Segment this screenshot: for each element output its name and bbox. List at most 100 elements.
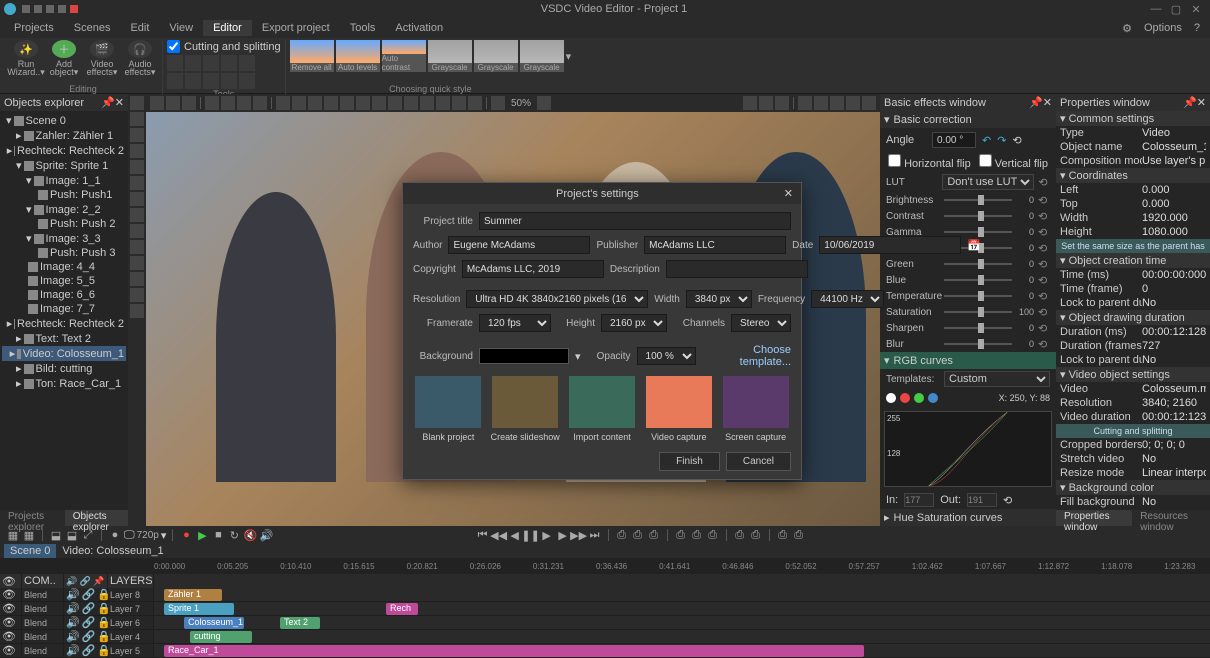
objects-tree[interactable]: ▾Scene 0▸Zahler: Zähler 1▸Rechteck: Rech… <box>0 111 128 510</box>
pb-icon[interactable]: ⎙ <box>733 528 747 542</box>
pb-loop-icon[interactable]: ↻ <box>227 528 241 542</box>
finish-button[interactable]: Finish <box>659 452 720 471</box>
frequency-select[interactable]: 44100 Hz <box>811 290 884 308</box>
pb-icon[interactable]: ⎙ <box>706 528 720 542</box>
pin-icon[interactable]: 📌 <box>101 96 115 109</box>
project-template-tile[interactable]: Blank project <box>413 376 484 442</box>
prop-row[interactable]: VideoColosseum.mp4; l… <box>1056 382 1210 396</box>
width-select[interactable]: 3840 px <box>686 290 752 308</box>
project-template-tile[interactable]: Video capture <box>643 376 714 442</box>
slider-track[interactable] <box>944 263 1012 265</box>
tree-item[interactable]: ▾Sprite: Sprite 1 <box>2 158 126 173</box>
resolution-select[interactable]: Ultra HD 4K 3840x2160 pixels (16 <box>466 290 648 308</box>
record-dot-icon[interactable] <box>70 5 78 13</box>
menu-editor[interactable]: Editor <box>203 20 252 36</box>
reset-icon[interactable]: ⟲ <box>1038 210 1050 222</box>
project-template-tile[interactable]: Import content <box>567 376 638 442</box>
recent-dot[interactable] <box>34 5 42 13</box>
tb-icon[interactable] <box>324 96 338 110</box>
tb-icon[interactable] <box>798 96 812 110</box>
curve-white-icon[interactable] <box>886 393 896 403</box>
pin-icon[interactable]: 📌 <box>1183 96 1197 109</box>
qs-more-button[interactable]: ▾ <box>566 50 572 63</box>
height-select[interactable]: 2160 px <box>601 314 667 332</box>
tree-item[interactable]: ▸Text: Text 2 <box>2 331 126 346</box>
qs-grayscale[interactable]: Grayscale <box>520 40 564 72</box>
animation-tool-icon[interactable] <box>130 224 144 238</box>
tb-icon[interactable] <box>468 96 482 110</box>
timeline-layer-row[interactable]: 👁 Blend 🔊🔗🔒 Layer 6 Colosseum_1Text 2 <box>0 616 1210 630</box>
hflip-check[interactable]: Horizontal flip <box>888 154 971 170</box>
pb-icon[interactable]: ⎙ <box>631 528 645 542</box>
angle-input[interactable] <box>932 132 976 148</box>
tree-item[interactable]: ▸Video: Colosseum_1 <box>2 346 126 361</box>
prop-row[interactable]: Video duration00:00:12:123 <box>1056 410 1210 424</box>
close-button[interactable]: ✕ <box>1186 1 1206 17</box>
prop-section-head[interactable]: ▾ Object drawing duration <box>1056 310 1210 325</box>
tb-zoom-out-icon[interactable] <box>491 96 505 110</box>
tree-item[interactable]: ▾Image: 2_2 <box>2 202 126 217</box>
prop-row[interactable]: Top0.000 <box>1056 197 1210 211</box>
pointer-tool-icon[interactable] <box>130 96 144 110</box>
tree-item[interactable]: Image: 7_7 <box>2 302 126 316</box>
tb-icon[interactable] <box>237 96 251 110</box>
tb-icon[interactable] <box>420 96 434 110</box>
prop-row[interactable]: Cropped borders0; 0; 0; 0 <box>1056 438 1210 452</box>
slider-track[interactable] <box>944 215 1012 217</box>
timeline-clip[interactable]: Text 2 <box>280 617 320 629</box>
maximize-button[interactable]: ▢ <box>1166 1 1186 17</box>
pb-icon[interactable]: ⎙ <box>749 528 763 542</box>
pb-vol-icon[interactable]: 🔊 <box>259 528 273 542</box>
gear-icon[interactable]: ⚙ <box>1116 20 1138 37</box>
vol-icon[interactable]: 🔊 <box>66 644 80 657</box>
menu-edit[interactable]: Edit <box>120 20 159 36</box>
tool-icon[interactable] <box>221 73 237 89</box>
tb-undo-icon[interactable] <box>205 96 219 110</box>
prop-row[interactable]: Resolution3840; 2160 <box>1056 396 1210 410</box>
rotate-cw-icon[interactable]: ↷ <box>997 134 1006 147</box>
menu-scenes[interactable]: Scenes <box>64 20 121 36</box>
tb-icon[interactable] <box>759 96 773 110</box>
lut-select[interactable]: Don't use LUT <box>942 174 1034 190</box>
tb-icon[interactable] <box>404 96 418 110</box>
tb-icon[interactable] <box>253 96 267 110</box>
timeline-layer-row[interactable]: 👁 Blend 🔊🔗🔒 Layer 4 cutting <box>0 630 1210 644</box>
audio-effects-button[interactable]: 🎧Audio effects▾ <box>122 40 158 76</box>
templates-select[interactable]: Custom <box>944 371 1050 387</box>
move-tool-icon[interactable] <box>130 304 144 318</box>
add-object-button[interactable]: ＋Add object▾ <box>46 40 82 76</box>
pb-nextf-icon[interactable]: ▶ <box>556 528 570 542</box>
prop-row[interactable]: Height1080.000 <box>1056 225 1210 239</box>
timeline-layer-row[interactable]: 👁 Blend 🔊🔗🔒 Layer 5 Race_Car_1 <box>0 644 1210 658</box>
eye-icon[interactable]: 👁 <box>2 630 16 643</box>
tree-item[interactable]: ▸Zahler: Zähler 1 <box>2 128 126 143</box>
tree-item[interactable]: Push: Push 3 <box>2 246 126 260</box>
tool-icon[interactable] <box>203 55 219 71</box>
menu-view[interactable]: View <box>159 20 203 36</box>
menu-projects[interactable]: Projects <box>4 20 64 36</box>
tree-item[interactable]: ▸Rechteck: Rechteck 2 <box>2 316 126 331</box>
tool-icon[interactable] <box>185 55 201 71</box>
link-icon[interactable]: 🔗 <box>82 616 96 629</box>
sprite-tool-icon[interactable] <box>130 288 144 302</box>
reset-icon[interactable]: ⟲ <box>1038 322 1050 334</box>
tb-icon[interactable] <box>846 96 860 110</box>
pb-icon[interactable]: ⎙ <box>647 528 661 542</box>
tl-scene-tab[interactable]: Scene 0 <box>4 544 56 558</box>
timeline-clip[interactable]: Race_Car_1 <box>164 645 864 657</box>
pb-stop-icon[interactable]: ■ <box>211 528 225 542</box>
pb-icon[interactable]: ⎙ <box>776 528 790 542</box>
slider-track[interactable] <box>944 279 1012 281</box>
chart-tool-icon[interactable] <box>130 192 144 206</box>
copyright-input[interactable] <box>462 260 604 278</box>
tb-icon[interactable] <box>150 96 164 110</box>
tb-icon[interactable] <box>814 96 828 110</box>
date-input[interactable] <box>819 236 961 254</box>
background-color-picker[interactable] <box>479 348 569 364</box>
qs-grayscale[interactable]: Grayscale <box>428 40 472 72</box>
reset-icon[interactable]: ⟲ <box>1038 338 1050 350</box>
tree-item[interactable]: ▸Bild: cutting <box>2 361 126 376</box>
author-input[interactable] <box>448 236 590 254</box>
eye-icon[interactable]: 👁 <box>2 602 16 615</box>
prop-row[interactable]: Lock to parent duNo <box>1056 353 1210 367</box>
